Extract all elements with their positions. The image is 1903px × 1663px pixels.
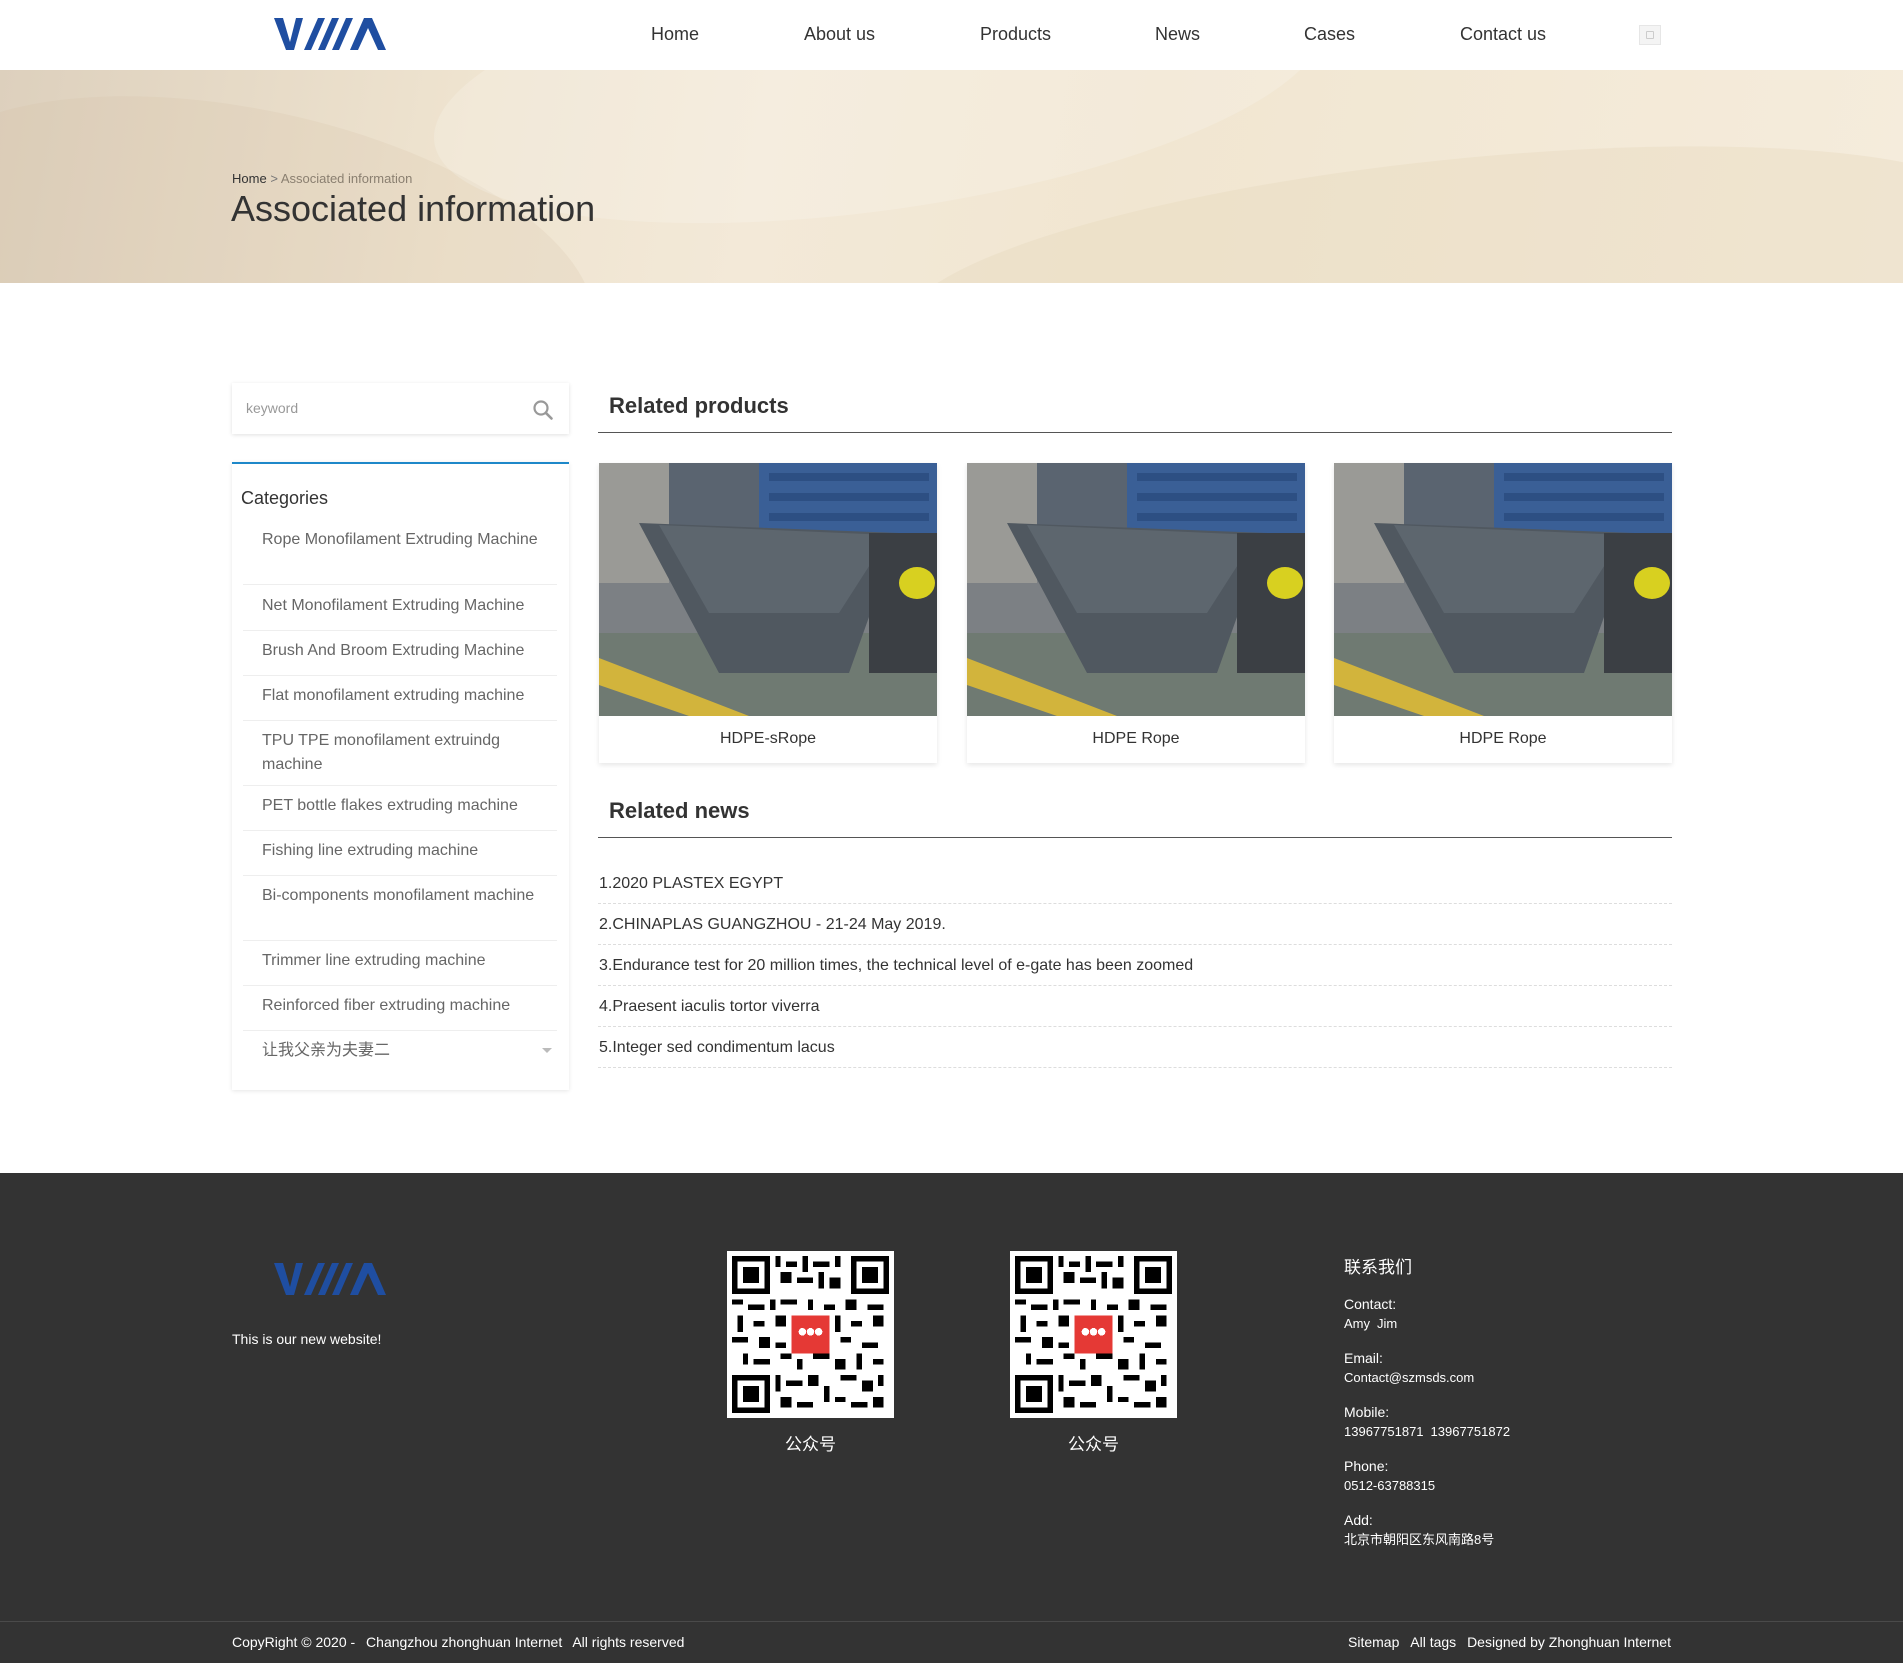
footer-contact: 联系我们 Contact: Amy Jim Email: Contact@szms… xyxy=(1344,1253,1744,1564)
sitemap-link[interactable]: Sitemap xyxy=(1348,1634,1399,1650)
mobile-values: 13967751871 13967751872 xyxy=(1344,1422,1744,1442)
product-caption[interactable]: HDPE Rope xyxy=(967,730,1305,748)
all-tags-link[interactable]: All tags xyxy=(1410,1634,1456,1650)
breadcrumb-separator: > xyxy=(270,171,278,186)
chevron-down-icon[interactable] xyxy=(542,1048,552,1053)
qr-code-image xyxy=(1010,1251,1177,1418)
product-card[interactable]: HDPE Rope xyxy=(1334,463,1672,763)
site-header: Home About us Products News Cases Contac… xyxy=(0,0,1903,70)
category-item[interactable]: TPU TPE monofilament extruindg machine xyxy=(243,729,557,786)
phone-label: Phone: xyxy=(1344,1458,1389,1474)
main-nav: Home About us Products News Cases Contac… xyxy=(0,0,1903,70)
news-item[interactable]: 5.Integer sed condimentum lacus xyxy=(598,1027,1672,1068)
news-item[interactable]: 2.CHINAPLAS GUANGZHOU - 21-24 May 2019. xyxy=(598,904,1672,945)
product-card[interactable]: HDPE Rope xyxy=(967,463,1305,763)
category-item[interactable]: Trimmer line extruding machine xyxy=(243,949,557,986)
search-icon[interactable] xyxy=(532,399,554,421)
designer-link[interactable]: Designed by Zhonghuan Internet xyxy=(1467,1634,1671,1650)
phone-value: 0512-63788315 xyxy=(1344,1478,1436,1493)
category-item[interactable]: Bi-components monofilament machine xyxy=(243,884,557,941)
contact-label: Contact: xyxy=(1344,1296,1397,1312)
product-caption[interactable]: HDPE-sRope xyxy=(599,730,937,748)
qr-code-image xyxy=(727,1251,894,1418)
footer-logo[interactable] xyxy=(274,1261,388,1297)
category-item[interactable]: Brush And Broom Extruding Machine xyxy=(243,639,557,676)
email-value[interactable]: Contact@szmsds.com xyxy=(1344,1368,1744,1388)
news-item[interactable]: 3.Endurance test for 20 million times, t… xyxy=(598,945,1672,986)
page-banner: Home > Associated information Associated… xyxy=(0,70,1903,283)
nav-products[interactable]: Products xyxy=(980,24,1051,45)
product-caption[interactable]: HDPE Rope xyxy=(1334,730,1672,748)
related-products-title: Related products xyxy=(609,393,789,418)
nav-home[interactable]: Home xyxy=(651,24,699,45)
breadcrumb: Home > Associated information xyxy=(232,171,412,186)
news-item[interactable]: 1.2020 PLASTEX EGYPT xyxy=(598,863,1672,904)
contact-name: Amy xyxy=(1344,1316,1370,1331)
mobile-number: 13967751872 xyxy=(1430,1424,1511,1439)
category-item[interactable]: Reinforced fiber extruding machine xyxy=(243,994,557,1031)
contact-name: Jim xyxy=(1377,1316,1398,1331)
product-image[interactable] xyxy=(599,463,937,716)
category-item[interactable]: Flat monofilament extruding machine xyxy=(243,684,557,721)
product-card[interactable]: HDPE-sRope xyxy=(599,463,937,763)
mobile-label: Mobile: xyxy=(1344,1404,1390,1420)
breadcrumb-home[interactable]: Home xyxy=(232,171,267,186)
qr-caption: 公众号 xyxy=(1068,1435,1119,1454)
rights-text: All rights reserved xyxy=(572,1634,685,1650)
search-input[interactable] xyxy=(246,396,516,420)
category-item[interactable]: Fishing line extruding machine xyxy=(243,839,557,876)
copyright: CopyRight © 2020 - Changzhou zhonghuan I… xyxy=(232,1634,691,1650)
qr-caption: 公众号 xyxy=(785,1435,836,1454)
copyright-text: CopyRight © 2020 - xyxy=(232,1634,356,1650)
category-item[interactable]: Rope Monofilament Extruding Machine xyxy=(243,528,557,585)
header-search-icon[interactable] xyxy=(1639,25,1661,45)
category-item[interactable]: Net Monofilament Extruding Machine xyxy=(243,594,557,631)
product-image[interactable] xyxy=(967,463,1305,716)
email-label: Email: xyxy=(1344,1350,1383,1366)
breadcrumb-current: Associated information xyxy=(280,171,413,186)
categories-title: Categories xyxy=(241,488,329,508)
contact-names: Amy Jim xyxy=(1344,1314,1744,1334)
product-image[interactable] xyxy=(1334,463,1672,716)
mobile-number: 13967751871 xyxy=(1344,1424,1424,1439)
company-link[interactable]: Changzhou zhonghuan Internet xyxy=(366,1634,562,1650)
news-item[interactable]: 4.Praesent iaculis tortor viverra xyxy=(598,986,1672,1027)
address-label: Add: xyxy=(1344,1512,1373,1528)
contact-title: 联系我们 xyxy=(1344,1258,1412,1277)
nav-cases[interactable]: Cases xyxy=(1304,24,1355,45)
nav-contact-us[interactable]: Contact us xyxy=(1460,24,1546,45)
nav-about-us[interactable]: About us xyxy=(804,24,875,45)
categories-panel: Categories Rope Monofilament Extruding M… xyxy=(232,462,569,1090)
footer-bottom-bar: CopyRight © 2020 - Changzhou zhonghuan I… xyxy=(0,1621,1903,1663)
category-item-expandable[interactable]: 让我父亲为夫妻二 xyxy=(243,1039,557,1076)
sidebar-search xyxy=(232,383,569,434)
page-title: Associated information xyxy=(231,188,596,229)
address-value: 北京市朝阳区东风南路8号 xyxy=(1344,1532,1495,1547)
site-footer: This is our new website! 公众号 公众号 联系我们 Co… xyxy=(0,1173,1903,1663)
footer-links: Sitemap All tags Designed by Zhonghuan I… xyxy=(1341,1634,1671,1650)
related-news-header: Related news xyxy=(598,798,1672,838)
related-news-title: Related news xyxy=(609,798,750,823)
category-item[interactable]: PET bottle flakes extruding machine xyxy=(243,794,557,831)
nav-news[interactable]: News xyxy=(1155,24,1200,45)
footer-tagline: This is our new website! xyxy=(232,1331,382,1347)
related-products-header: Related products xyxy=(598,393,1672,433)
